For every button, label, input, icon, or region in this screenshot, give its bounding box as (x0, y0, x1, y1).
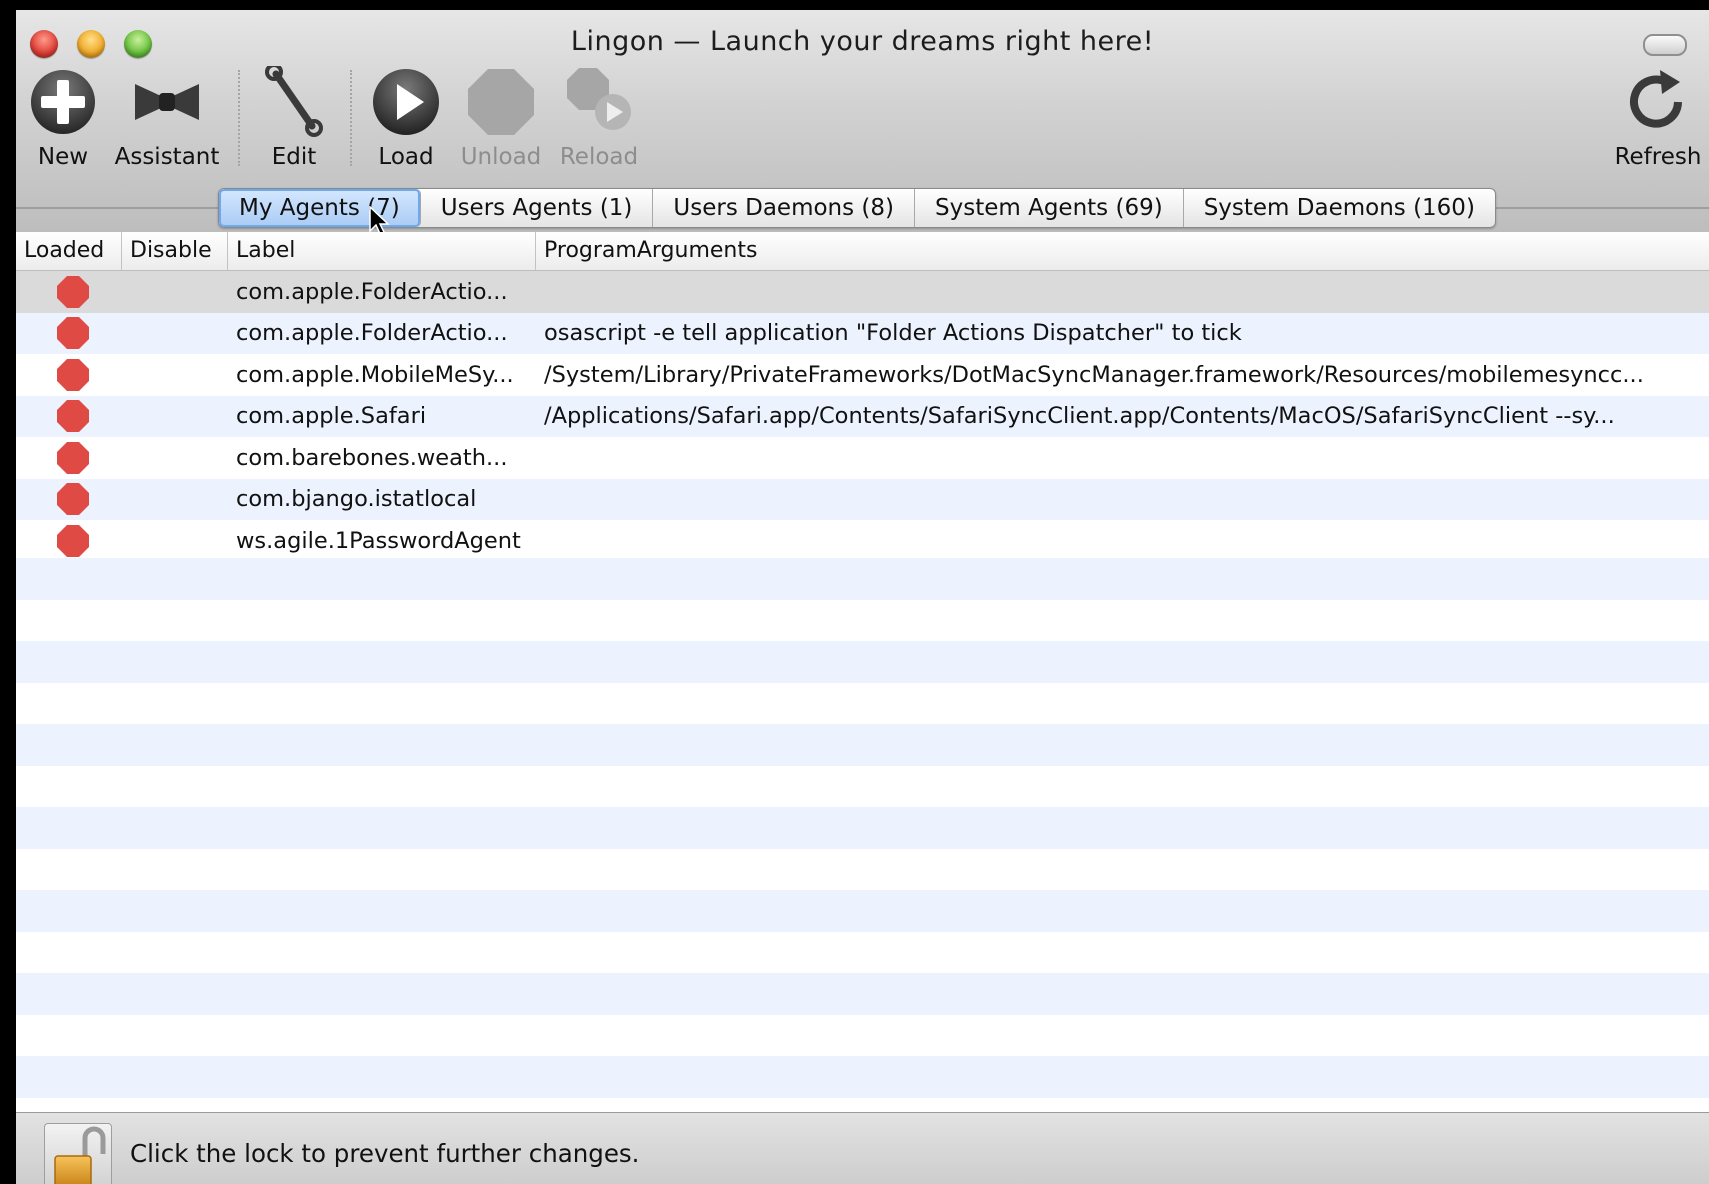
unload-label: Unload (460, 144, 542, 170)
refresh-button[interactable]: Refresh (1612, 66, 1704, 170)
load-label: Load (378, 144, 434, 170)
loaded-cell (16, 524, 122, 558)
reload-icon (567, 68, 631, 130)
new-label: New (37, 144, 89, 170)
plus-circle-icon (31, 70, 95, 134)
agents-table: com.apple.FolderActio... com.apple.Folde… (16, 271, 1709, 562)
label-cell: com.apple.FolderActio... (236, 278, 508, 305)
lock-button[interactable] (44, 1123, 112, 1184)
table-header: Loaded Disable Label ProgramArguments (16, 232, 1709, 271)
loaded-cell (16, 441, 122, 475)
tab-system-agents[interactable]: System Agents (69) (915, 189, 1184, 227)
label-cell: com.bjango.istatlocal (236, 486, 477, 513)
load-button[interactable]: Load (370, 66, 442, 170)
lingon-window: Lingon — Launch your dreams right here! … (16, 10, 1709, 1184)
status-bar: Click the lock to prevent further change… (16, 1112, 1709, 1184)
assistant-button[interactable]: Assistant (112, 66, 222, 170)
wrench-icon (265, 66, 323, 137)
toolbar-toggle-button[interactable] (1643, 34, 1687, 56)
stop-octagon-icon[interactable] (56, 399, 90, 433)
assistant-label: Assistant (114, 144, 220, 170)
edit-label: Edit (271, 144, 317, 170)
loaded-cell (16, 399, 122, 433)
loaded-cell (16, 316, 122, 350)
label-cell: com.barebones.weath... (236, 444, 508, 471)
loaded-cell (16, 358, 122, 392)
stop-octagon-icon[interactable] (56, 316, 90, 350)
stop-octagon-icon[interactable] (56, 524, 90, 558)
label-cell: com.apple.FolderActio... (236, 320, 508, 347)
play-icon (373, 69, 439, 135)
args-cell: /Applications/Safari.app/Contents/Safari… (544, 403, 1615, 430)
refresh-icon (1630, 70, 1682, 128)
stop-octagon-icon[interactable] (56, 441, 90, 475)
empty-table-area (16, 558, 1709, 1112)
column-header-loaded[interactable]: Loaded (16, 232, 122, 270)
loaded-cell (16, 275, 122, 309)
table-row[interactable]: com.apple.FolderActio... osascript -e te… (16, 312, 1709, 354)
stop-octagon-icon (468, 69, 534, 135)
table-row[interactable]: com.apple.FolderActio... (16, 271, 1709, 313)
tab-system-daemons[interactable]: System Daemons (160) (1184, 189, 1495, 227)
stop-octagon-icon[interactable] (56, 275, 90, 309)
edit-button[interactable]: Edit (258, 66, 330, 170)
label-cell: com.apple.MobileMeSy... (236, 361, 514, 388)
label-cell: ws.agile.1PasswordAgent (236, 527, 521, 554)
table-row[interactable]: com.apple.MobileMeSy... /System/Library/… (16, 354, 1709, 396)
unload-button[interactable]: Unload (456, 66, 546, 170)
label-cell: com.apple.Safari (236, 403, 427, 430)
lock-status-text: Click the lock to prevent further change… (130, 1139, 640, 1168)
bowtie-icon (135, 84, 199, 120)
tab-users-agents[interactable]: Users Agents (1) (421, 189, 654, 227)
column-header-label[interactable]: Label (228, 232, 536, 270)
table-row[interactable]: com.apple.Safari /Applications/Safari.ap… (16, 395, 1709, 437)
stop-octagon-icon[interactable] (56, 482, 90, 516)
args-cell: osascript -e tell application "Folder Ac… (544, 320, 1242, 347)
stop-octagon-icon[interactable] (56, 358, 90, 392)
reload-button[interactable]: Reload (554, 66, 644, 170)
tab-bar: My Agents (7) Users Agents (1) Users Dae… (218, 188, 1496, 228)
new-button[interactable]: New (26, 66, 100, 170)
toolbar-separator (238, 70, 240, 166)
table-row[interactable]: com.barebones.weath... (16, 437, 1709, 479)
toolbar-separator (350, 70, 352, 166)
window-title: Lingon — Launch your dreams right here! (570, 26, 1155, 57)
column-header-disable[interactable]: Disable (122, 232, 228, 270)
loaded-cell (16, 482, 122, 516)
table-row[interactable]: com.bjango.istatlocal (16, 478, 1709, 520)
toolbar-area: Lingon — Launch your dreams right here! … (16, 10, 1709, 238)
table-row[interactable]: ws.agile.1PasswordAgent (16, 520, 1709, 562)
tab-users-daemons[interactable]: Users Daemons (8) (653, 189, 916, 227)
column-header-program-arguments[interactable]: ProgramArguments (536, 232, 1709, 270)
reload-label: Reload (559, 144, 639, 170)
refresh-label: Refresh (1614, 144, 1702, 170)
args-cell: /System/Library/PrivateFrameworks/DotMac… (544, 361, 1644, 388)
open-lock-icon (54, 1126, 106, 1184)
